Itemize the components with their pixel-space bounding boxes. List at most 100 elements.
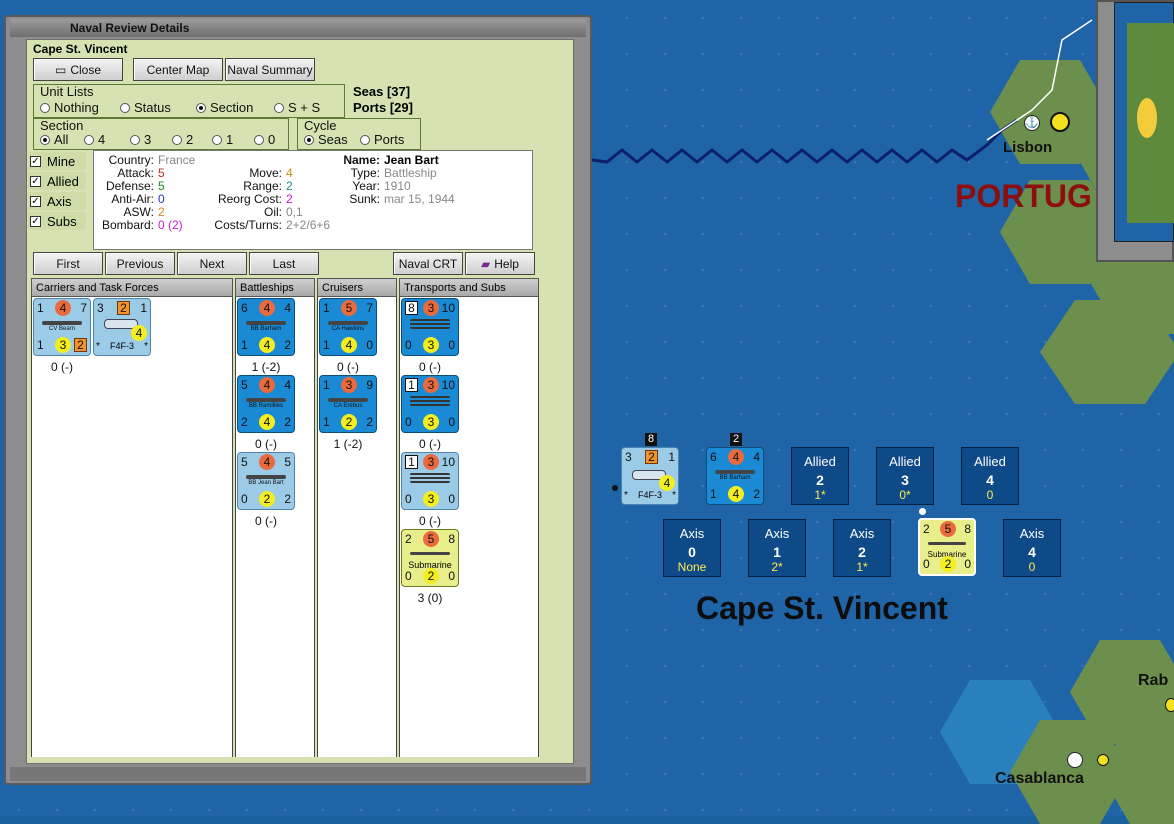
range-label: Range: (243, 179, 282, 193)
unit-details-panel: Country: France Attack: 5 Defense: 5 Ant… (93, 150, 533, 250)
cycle-group: Cycle Seas Ports (297, 118, 421, 150)
unit-cv-bearn[interactable]: 1 4 7 CV Bearn 1 3 2 (33, 298, 91, 356)
last-button[interactable]: Last (249, 252, 319, 275)
axis-slot-2[interactable]: Axis 2 1* (833, 519, 891, 577)
city-lisbon[interactable]: Lisbon (1003, 139, 1052, 156)
unit-bb-ramillies[interactable]: 544 BB Ramillies 242 (237, 375, 295, 433)
map-unit-f4f-3[interactable]: 3 2 1 4 * F4F-3 * (621, 447, 679, 505)
next-button[interactable]: Next (177, 252, 247, 275)
minimap-highlight (1137, 98, 1157, 138)
filter-subs-checkbox[interactable]: ✓ Subs (28, 212, 86, 230)
unit-bb-barham[interactable]: 644 BB Barham 142 (237, 298, 295, 356)
radio-3[interactable]: 3 (130, 132, 151, 147)
radio-2[interactable]: 2 (172, 132, 193, 147)
asw-label: ASW: (123, 205, 154, 219)
oil-label: Oil: (264, 205, 282, 219)
slot-side: Allied (974, 454, 1006, 469)
location-title: Cape St. Vincent (33, 42, 128, 56)
stack-count-badge: 8 (645, 433, 657, 446)
unit-defense: 4 (659, 475, 675, 491)
radio-1[interactable]: 1 (212, 132, 233, 147)
antiair-label: Anti-Air: (111, 192, 154, 206)
close-button[interactable]: ▭ Close (33, 58, 123, 81)
unit-move: 4 (753, 450, 760, 464)
minimap-view[interactable] (1114, 2, 1174, 242)
seas-count: Seas [37] (353, 84, 411, 99)
first-button[interactable]: First (33, 252, 103, 275)
radio-s-plus-s[interactable]: S + S (274, 100, 320, 115)
unit-move: 8 (964, 522, 971, 536)
port-icon[interactable] (1097, 754, 1109, 766)
unit-submarine[interactable]: 258 Submarine 020 (401, 529, 459, 587)
unit-lists-group: Unit Lists Nothing Status Section S + S (33, 84, 345, 118)
filter-mine-checkbox[interactable]: ✓ Mine (28, 152, 86, 170)
radio-ports[interactable]: Ports (360, 132, 404, 147)
unit-attack: 6 (710, 450, 717, 464)
unit-ca-hawkins[interactable]: 157 CA Hawkins 140 (319, 298, 377, 356)
unit-transport-3[interactable]: 1 3 10 030 (401, 452, 459, 510)
filter-axis-checkbox[interactable]: ✓ Axis (28, 192, 86, 210)
naval-summary-button[interactable]: Naval Summary (225, 58, 315, 81)
center-map-button[interactable]: Center Map (133, 58, 223, 81)
slot-number: 2 (816, 472, 824, 488)
column-header-cruisers: Cruisers (317, 278, 397, 297)
axis-slot-4[interactable]: Axis 4 0 (1003, 519, 1061, 577)
filter-allied-checkbox[interactable]: ✓ Allied (28, 172, 86, 190)
allied-slot-3[interactable]: Allied 3 0* (876, 447, 934, 505)
unit-strength: 4 (728, 486, 744, 502)
window-title[interactable]: Naval Review Details (10, 19, 586, 37)
column-header-carriers: Carriers and Task Forces (31, 278, 233, 297)
unit-status-caption: 0 (-) (419, 360, 441, 374)
port-icon[interactable] (1050, 112, 1070, 132)
slot-value: 1* (856, 560, 868, 574)
naval-review-window[interactable]: Naval Review Details Cape St. Vincent ▭ C… (4, 15, 592, 785)
unit-star: * (672, 490, 676, 501)
radio-seas[interactable]: Seas (304, 132, 348, 147)
slot-value: 0 (986, 488, 994, 502)
port-icon[interactable] (1165, 698, 1174, 712)
country-label: Country: (108, 153, 154, 167)
costs-label: Costs/Turns: (214, 218, 282, 232)
axis-slot-0[interactable]: Axis 0 None (663, 519, 721, 577)
minimap-panel[interactable] (1096, 0, 1174, 262)
previous-button[interactable]: Previous (105, 252, 175, 275)
year-value: 1910 (384, 179, 411, 193)
unit-ca-erebus[interactable]: 139 CA Erebus 122 (319, 375, 377, 433)
help-book-icon: ▰ (481, 256, 491, 271)
city-rabat[interactable]: Rab (1138, 672, 1168, 690)
transport-icon (410, 473, 450, 483)
radio-0[interactable]: 0 (254, 132, 275, 147)
radio-all[interactable]: All (40, 132, 68, 147)
map-unit-bb-barham[interactable]: 6 4 4 BB Barham 1 4 2 (706, 447, 764, 505)
radio-status[interactable]: Status (120, 100, 171, 115)
defense-value: 5 (158, 179, 165, 193)
slot-side: Axis (1019, 526, 1045, 541)
slot-number: 4 (986, 472, 994, 488)
unit-status-caption: 0 (-) (255, 514, 277, 528)
submarine-icon (410, 552, 450, 555)
slot-side: Allied (889, 454, 921, 469)
axis-slot-1[interactable]: Axis 1 2* (748, 519, 806, 577)
section-group: Section All 4 3 2 1 0 (33, 118, 289, 150)
radio-nothing[interactable]: Nothing (40, 100, 99, 115)
unit-status-caption: 3 (0) (417, 591, 443, 605)
slot-number: 1 (773, 544, 781, 560)
unit-transport-1[interactable]: 8 3 10 030 (401, 298, 459, 356)
city-casablanca[interactable]: Casablanca (995, 770, 1084, 788)
radio-4[interactable]: 4 (84, 132, 105, 147)
map-unit-submarine[interactable]: 2 5 8 Submarine 0 2 0 (918, 518, 976, 576)
allied-slot-2[interactable]: Allied 2 1* (791, 447, 849, 505)
reorg-value: 2 (286, 192, 293, 206)
naval-crt-button[interactable]: Naval CRT (393, 252, 463, 275)
move-value: 4 (286, 166, 293, 180)
help-button[interactable]: ▰ Help (465, 252, 535, 275)
radio-section[interactable]: Section (196, 100, 253, 115)
allied-slot-4[interactable]: Allied 4 0 (961, 447, 1019, 505)
transport-icon (410, 319, 450, 329)
unit-value: 1 (710, 487, 717, 501)
slot-value: 0* (899, 488, 911, 502)
unit-f4f-3[interactable]: 3 2 1 4 * F4F-3 * (93, 298, 151, 356)
unit-transport-2[interactable]: 1 3 10 030 (401, 375, 459, 433)
unit-bb-jean-bart[interactable]: 545 BB Jean Bart 022 (237, 452, 295, 510)
ship-icon (246, 321, 286, 325)
